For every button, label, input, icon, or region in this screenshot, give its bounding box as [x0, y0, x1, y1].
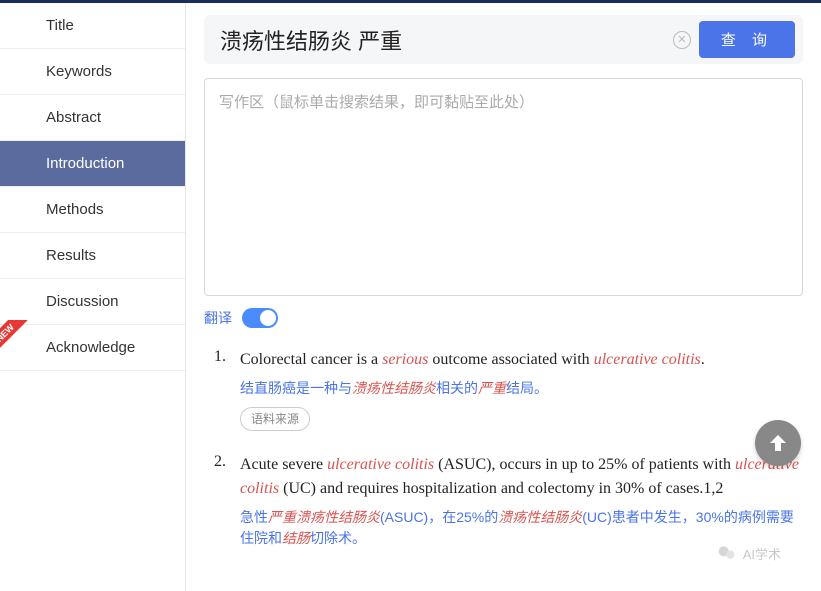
- sidebar-item-label: Acknowledge: [46, 339, 135, 356]
- result-english: Acute severe ulcerative colitis (ASUC), …: [240, 453, 803, 501]
- sidebar-item-title[interactable]: Title: [0, 3, 185, 49]
- result-chinese: 结直肠癌是一种与溃疡性结肠炎相关的严重结局。: [240, 378, 803, 399]
- sidebar-item-methods[interactable]: Methods: [0, 187, 185, 233]
- scroll-top-button[interactable]: [755, 420, 801, 466]
- watermark-text: AI学术: [743, 544, 781, 563]
- translate-row: 翻译: [204, 308, 803, 328]
- sidebar-item-results[interactable]: Results: [0, 233, 185, 279]
- translate-toggle[interactable]: [242, 308, 278, 328]
- sidebar-item-keywords[interactable]: Keywords: [0, 49, 185, 95]
- main-panel: ✕ 查 询 写作区（鼠标单击搜索结果，即可黏贴至此处） 翻译 1. Colore…: [186, 3, 821, 591]
- result-number: 1.: [208, 348, 226, 431]
- container: Title Keywords Abstract Introduction Met…: [0, 3, 821, 591]
- sidebar: Title Keywords Abstract Introduction Met…: [0, 3, 186, 591]
- sidebar-item-introduction[interactable]: Introduction: [0, 141, 185, 187]
- query-button[interactable]: 查 询: [699, 21, 795, 58]
- result-item: 2. Acute severe ulcerative colitis (ASUC…: [208, 453, 803, 557]
- result-body[interactable]: Acute severe ulcerative colitis (ASUC), …: [240, 453, 803, 557]
- corpus-source-button[interactable]: 语料来源: [240, 407, 310, 431]
- arrow-up-icon: [766, 431, 790, 455]
- sidebar-item-discussion[interactable]: Discussion: [0, 279, 185, 325]
- result-body[interactable]: Colorectal cancer is a serious outcome a…: [240, 348, 803, 431]
- result-number: 2.: [208, 453, 226, 557]
- sidebar-item-abstract[interactable]: Abstract: [0, 95, 185, 141]
- result-item: 1. Colorectal cancer is a serious outcom…: [208, 348, 803, 431]
- search-input[interactable]: [212, 23, 665, 57]
- search-row: ✕ 查 询: [204, 15, 803, 64]
- results-list: 1. Colorectal cancer is a serious outcom…: [204, 348, 803, 557]
- wechat-icon: [717, 543, 737, 563]
- new-badge: [0, 320, 28, 356]
- sidebar-item-acknowledge[interactable]: Acknowledge: [0, 325, 185, 371]
- translate-label: 翻译: [204, 308, 232, 328]
- clear-icon[interactable]: ✕: [673, 31, 691, 49]
- result-english: Colorectal cancer is a serious outcome a…: [240, 348, 803, 372]
- writing-area[interactable]: 写作区（鼠标单击搜索结果，即可黏贴至此处）: [204, 78, 803, 296]
- wechat-watermark: AI学术: [717, 543, 781, 563]
